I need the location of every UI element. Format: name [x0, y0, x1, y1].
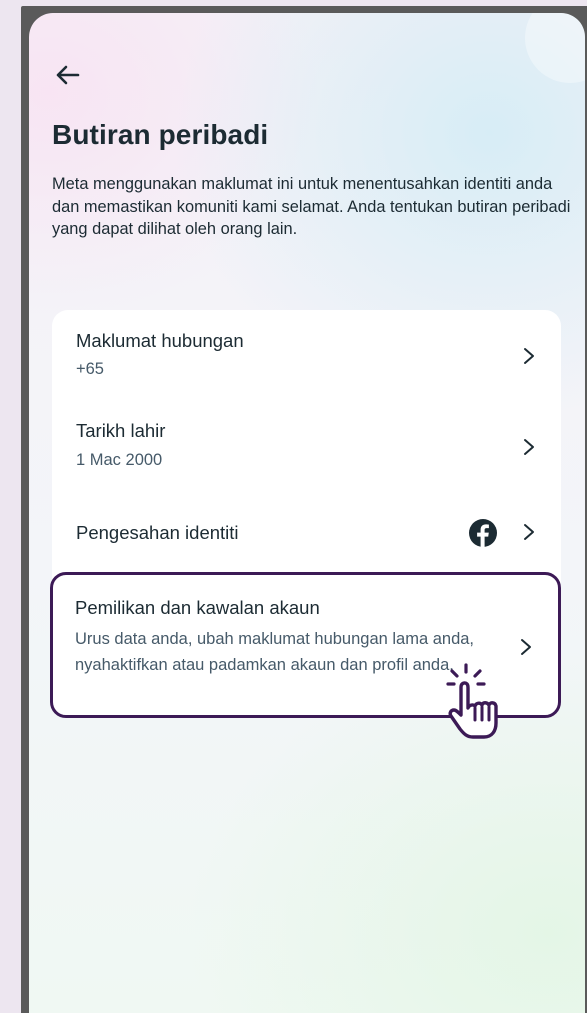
account-ownership-title: Pemilikan dan kawalan akaun: [75, 597, 320, 618]
account-ownership-subtitle: Urus data anda, ubah maklumat hubungan l…: [75, 630, 475, 674]
tap-hand-icon: [446, 663, 498, 739]
corner-glare: [525, 13, 585, 83]
contact-info-subtitle: +65: [76, 360, 104, 378]
back-button[interactable]: [53, 61, 81, 89]
chevron-right-icon: [524, 439, 534, 455]
birthdate-title: Tarikh lahir: [76, 420, 166, 441]
facebook-icon: [469, 519, 497, 547]
page-title: Butiran peribadi: [52, 119, 269, 150]
contact-info-title: Maklumat hubungan: [76, 330, 244, 351]
birthdate-item[interactable]: Tarikh lahir 1 Mac 2000: [52, 402, 561, 492]
arrow-left-icon: [56, 65, 80, 85]
identity-confirmation-title: Pengesahan identiti: [76, 522, 239, 543]
page-description: Meta menggunakan maklumat ini untuk mene…: [52, 175, 571, 239]
identity-confirmation-item[interactable]: Pengesahan identiti: [52, 492, 561, 572]
chevron-right-icon: [524, 348, 534, 364]
contact-info-item[interactable]: Maklumat hubungan +65: [52, 310, 561, 402]
chevron-right-icon: [524, 524, 534, 540]
chevron-right-icon: [521, 639, 531, 655]
birthdate-subtitle: 1 Mac 2000: [76, 451, 163, 469]
